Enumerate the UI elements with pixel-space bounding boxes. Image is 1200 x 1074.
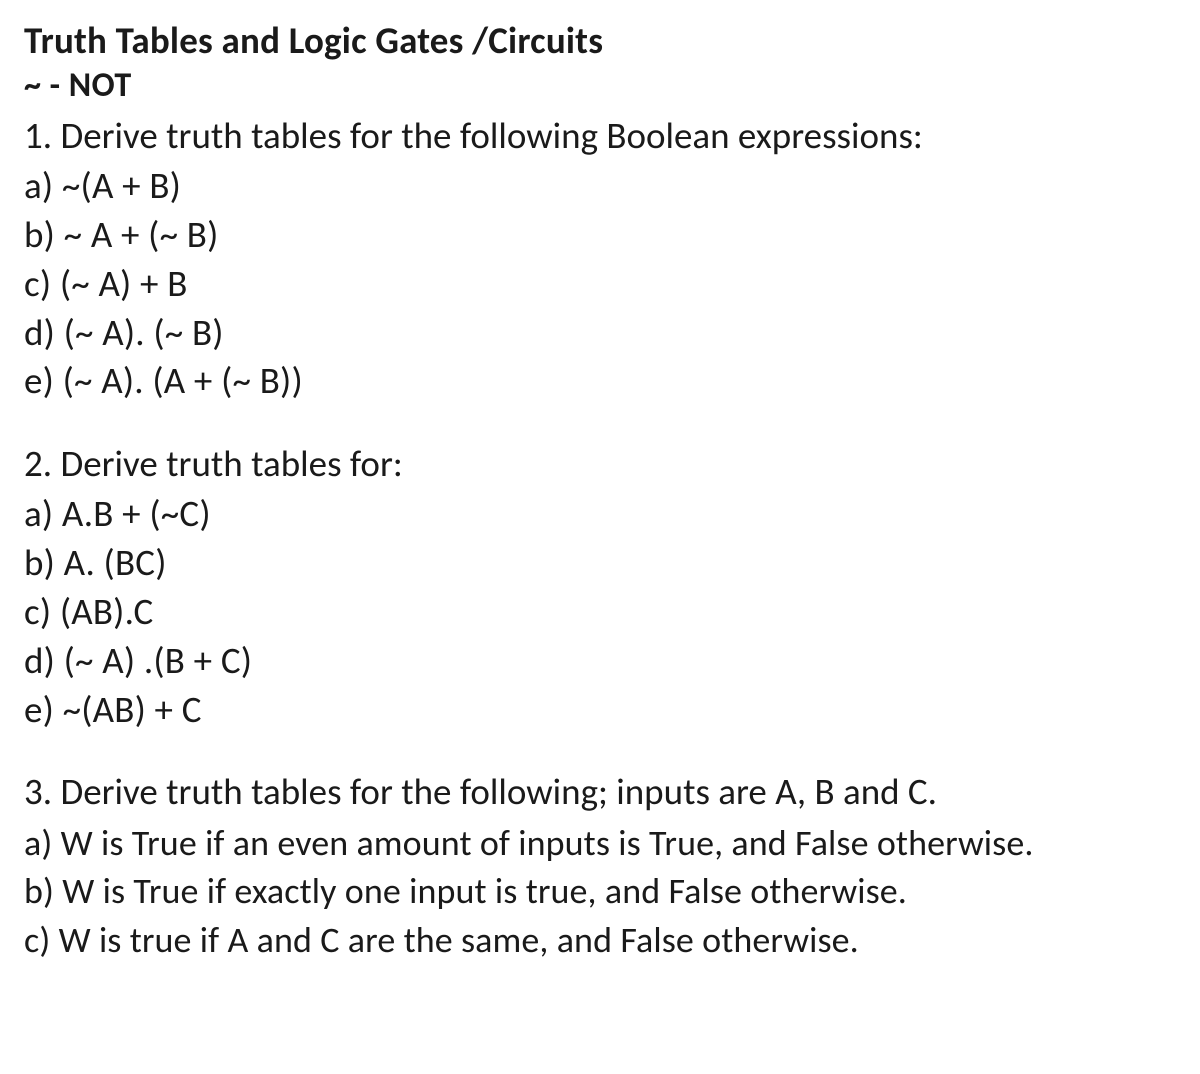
q1-item-e: e) (~ A). (A + (~ B)) [24,357,1180,406]
q2-item-c: c) (AB).C [24,588,1180,637]
question-3-heading: 3. Derive truth tables for the following… [24,768,1180,816]
worksheet-title: Truth Tables and Logic Gates /Circuits [24,18,1180,63]
question-2-block: 2. Derive truth tables for: a) A.B + (~C… [24,440,1180,734]
question-1-heading: 1. Derive truth tables for the following… [24,112,1180,160]
q2-item-e: e) ~(AB) + C [24,686,1180,735]
q1-item-b: b) ~ A + (~ B) [24,211,1180,260]
q2-item-d: d) (~ A) .(B + C) [24,637,1180,686]
q1-item-c: c) (~ A) + B [24,260,1180,309]
q2-item-b: b) A. (BC) [24,539,1180,588]
q3-item-b: b) W is True if exactly one input is tru… [24,867,1180,916]
question-3-block: 3. Derive truth tables for the following… [24,768,1180,964]
q1-item-a: a) ~(A + B) [24,162,1180,211]
question-1-block: 1. Derive truth tables for the following… [24,112,1180,406]
question-2-heading: 2. Derive truth tables for: [24,440,1180,488]
q3-item-c: c) W is true if A and C are the same, an… [24,916,1180,965]
q3-item-a: a) W is True if an even amount of inputs… [24,819,1180,868]
q2-item-a: a) A.B + (~C) [24,490,1180,539]
q1-item-d: d) (~ A). (~ B) [24,309,1180,358]
notation-note: ~ - NOT [24,65,1180,106]
